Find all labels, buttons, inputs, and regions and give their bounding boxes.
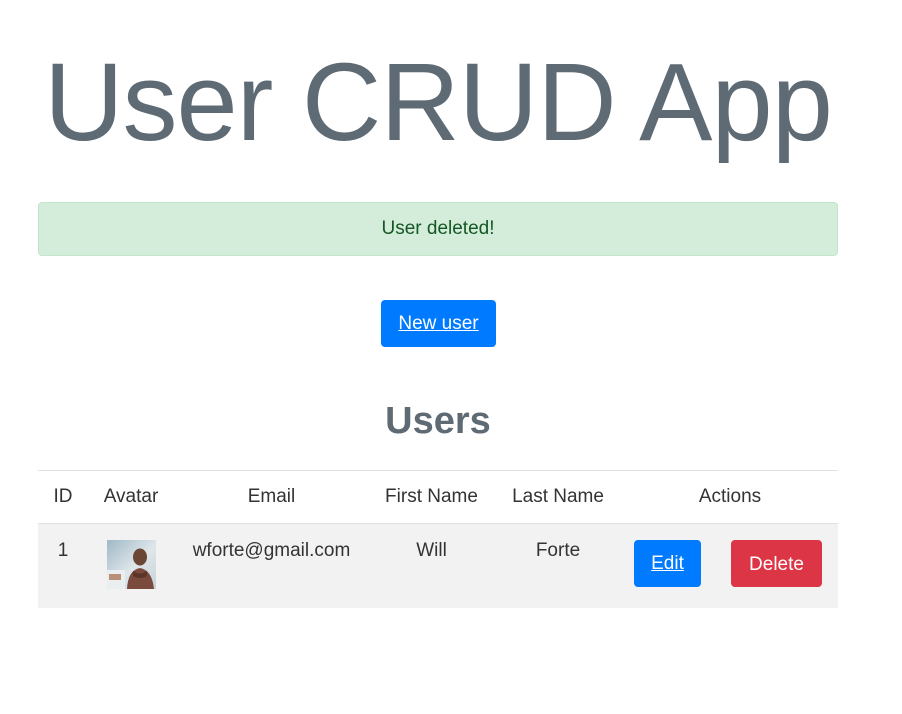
user-last-name-cell: Forte — [494, 523, 622, 608]
users-table: ID Avatar Email First Name Last Name Act… — [38, 470, 838, 608]
delete-user-button[interactable]: Delete — [731, 540, 822, 587]
column-header-id: ID — [38, 470, 88, 524]
column-header-first-name: First Name — [369, 470, 494, 524]
app-title: User CRUD App — [44, 41, 833, 164]
user-id-cell: 1 — [38, 523, 88, 608]
column-header-actions: Actions — [622, 470, 838, 524]
user-avatar-cell — [88, 523, 174, 608]
user-actions-cell: Edit Delete — [622, 523, 838, 608]
avatar — [106, 540, 156, 589]
user-email-cell: wforte@gmail.com — [174, 523, 369, 608]
page: User CRUD App User deleted! New user Use… — [0, 0, 902, 714]
success-alert: User deleted! — [38, 202, 838, 256]
edit-user-button[interactable]: Edit — [634, 540, 701, 587]
column-header-email: Email — [174, 470, 369, 524]
column-header-avatar: Avatar — [88, 470, 174, 524]
column-header-last-name: Last Name — [494, 470, 622, 524]
user-photo-icon — [106, 540, 156, 589]
users-heading: Users — [385, 400, 491, 442]
table-row: 1 wforte@gmail.com Will Forte Edit Delet… — [38, 523, 838, 608]
table-header-row: ID Avatar Email First Name Last Name Act… — [38, 470, 838, 524]
new-user-button[interactable]: New user — [381, 300, 496, 347]
user-first-name-cell: Will — [369, 523, 494, 608]
